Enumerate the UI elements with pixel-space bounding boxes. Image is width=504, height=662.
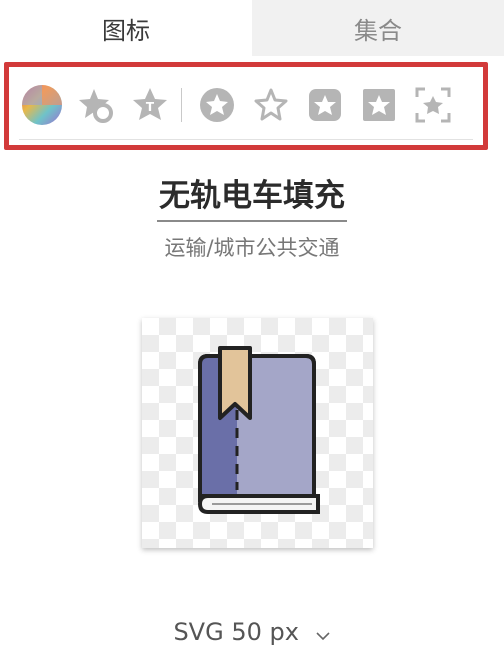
star-circle-icon[interactable] [69, 78, 123, 132]
chevron-down-icon [315, 619, 331, 647]
star-outline-icon[interactable] [244, 78, 298, 132]
star-rounded-square-icon[interactable] [298, 78, 352, 132]
format-selector[interactable]: SVG 50 px [0, 618, 504, 647]
color-wheel-icon[interactable] [15, 78, 69, 132]
toolbar-underline [19, 139, 473, 140]
icon-title-container: 无轨电车填充 [0, 170, 504, 222]
style-toolbar-highlight: T [4, 62, 488, 150]
tab-collections[interactable]: 集合 [252, 0, 504, 56]
icon-preview [142, 318, 373, 548]
svg-text:T: T [146, 100, 155, 114]
book-icon [197, 346, 320, 514]
tab-bar: 图标 集合 [0, 0, 504, 56]
style-toolbar: T [9, 67, 483, 143]
tab-icons[interactable]: 图标 [0, 0, 252, 56]
toolbar-divider [181, 88, 182, 122]
star-in-circle-icon[interactable] [190, 78, 244, 132]
icon-title: 无轨电车填充 [157, 178, 347, 222]
star-expand-icon[interactable] [406, 78, 460, 132]
star-square-icon[interactable] [352, 78, 406, 132]
format-label: SVG 50 px [173, 618, 299, 646]
icon-category: 运输/城市公共交通 [164, 236, 340, 260]
star-text-icon[interactable]: T [123, 78, 177, 132]
